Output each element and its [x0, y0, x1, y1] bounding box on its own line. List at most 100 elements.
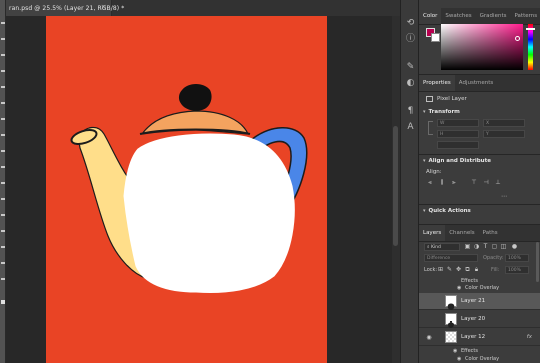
- align-top-icon[interactable]: ⊤: [471, 180, 477, 186]
- angle-field[interactable]: [437, 141, 479, 149]
- tab-gradients[interactable]: Gradients: [476, 8, 511, 24]
- lock-image-icon[interactable]: ✎: [446, 266, 453, 273]
- blend-mode-select[interactable]: Difference: [424, 254, 478, 262]
- opacity-field[interactable]: 100%: [505, 254, 529, 262]
- filter-toggle-icon[interactable]: ●: [511, 243, 518, 250]
- tab-swatches[interactable]: Swatches: [441, 8, 475, 24]
- link-dimensions-icon[interactable]: [428, 121, 433, 135]
- tool-icon[interactable]: [1, 22, 5, 24]
- filter-smart-object-icon[interactable]: ◫: [500, 243, 507, 250]
- tab-color[interactable]: Color: [419, 8, 442, 24]
- quick-actions-title: Quick Actions: [428, 208, 471, 214]
- divider: [419, 204, 540, 205]
- adjust-icon[interactable]: ◐: [405, 78, 416, 88]
- character-icon[interactable]: A: [405, 122, 416, 132]
- document-tab[interactable]: ran.psd @ 25.5% (Layer 21, RGB/8) * ×: [6, 0, 124, 16]
- layer-fx-icon[interactable]: fx: [527, 329, 532, 346]
- quick-actions-section-header[interactable]: ▾ Quick Actions: [423, 208, 471, 214]
- filter-adjustment-icon[interactable]: ◑: [473, 243, 480, 250]
- tool-icon[interactable]: [1, 182, 5, 184]
- tool-icon[interactable]: [1, 102, 5, 104]
- info-icon[interactable]: ⓘ: [405, 34, 416, 44]
- transform-section-header[interactable]: ▾ Transform: [423, 109, 460, 115]
- tool-icon[interactable]: [1, 118, 5, 120]
- lock-position-icon[interactable]: ✥: [455, 266, 462, 273]
- brush-icon[interactable]: ✎: [405, 62, 416, 72]
- layer-name[interactable]: Layer 21: [461, 293, 485, 310]
- align-section-header[interactable]: ▾ Align and Distribute: [423, 158, 491, 164]
- layer-type-row: Pixel Layer: [426, 96, 467, 102]
- teapot-body: [123, 133, 295, 293]
- tab-channels[interactable]: Channels: [445, 225, 478, 241]
- tool-icon[interactable]: [1, 54, 5, 56]
- eye-icon[interactable]: ◉: [425, 334, 433, 341]
- pixel-layer-icon: [426, 96, 433, 102]
- color-picker-field[interactable]: [441, 24, 523, 70]
- foreground-color-chip[interactable]: [1, 300, 5, 304]
- x-field[interactable]: X: [483, 119, 525, 127]
- paragraph-icon[interactable]: ¶: [405, 106, 416, 116]
- tool-icon[interactable]: [1, 230, 5, 232]
- layer-name[interactable]: Layer 20: [461, 311, 485, 328]
- align-right-icon[interactable]: ⫸: [451, 180, 457, 186]
- tab-patterns[interactable]: Patterns: [510, 8, 540, 24]
- y-field[interactable]: Y: [483, 130, 525, 138]
- tab-adjustments[interactable]: Adjustments: [455, 75, 497, 91]
- layer-filter-select[interactable]: ⌕ Kind: [424, 243, 460, 251]
- align-left-icon[interactable]: ⫷: [427, 180, 433, 186]
- tool-icon[interactable]: [1, 214, 5, 216]
- align-middle-vertical-icon[interactable]: ⊣: [483, 180, 489, 186]
- tool-icon[interactable]: [1, 86, 5, 88]
- filter-type-icon[interactable]: T: [482, 243, 489, 250]
- tab-properties[interactable]: Properties: [419, 75, 455, 91]
- history-icon[interactable]: ⟲: [405, 18, 416, 28]
- tool-icon[interactable]: [1, 150, 5, 152]
- artboard[interactable]: [46, 16, 327, 363]
- tool-icon[interactable]: [1, 262, 5, 264]
- filter-pixel-icon[interactable]: ▣: [464, 243, 471, 250]
- effect-visibility-icon[interactable]: ◉: [457, 285, 461, 291]
- layer-row-layer-12[interactable]: ◉ Layer 12 fx: [419, 329, 540, 346]
- layers-scrollbar[interactable]: [536, 242, 539, 282]
- lock-all-icon[interactable]: 🔒︎: [473, 266, 480, 273]
- effect-visibility-icon[interactable]: ◉: [457, 356, 461, 362]
- height-field[interactable]: H: [437, 130, 479, 138]
- hue-slider[interactable]: [528, 24, 533, 70]
- lock-artboard-icon[interactable]: ⧉: [464, 266, 471, 273]
- tool-icon[interactable]: [1, 38, 5, 40]
- chevron-down-icon: ▾: [423, 109, 426, 115]
- color-overlay-label: Color Overlay: [465, 285, 500, 291]
- background-color-swatch[interactable]: [431, 33, 440, 42]
- chevron-down-icon: ▾: [423, 208, 426, 214]
- hue-slider-handle[interactable]: [526, 28, 535, 30]
- layer-thumbnail: [445, 331, 457, 343]
- chevron-down-icon: ▾: [423, 158, 426, 164]
- tab-paths[interactable]: Paths: [479, 225, 502, 241]
- width-field[interactable]: W: [437, 119, 479, 127]
- layer-effect-row[interactable]: ◉ Color Overlay: [419, 283, 540, 293]
- canvas-scroll-thumb[interactable]: [393, 126, 398, 246]
- close-icon[interactable]: ×: [99, 3, 108, 12]
- filter-shape-icon[interactable]: ▢: [491, 243, 498, 250]
- lock-transparent-icon[interactable]: ⊞: [437, 266, 444, 273]
- opacity-value: 100%: [508, 256, 521, 261]
- tool-icon[interactable]: [1, 70, 5, 72]
- layer-row-layer-21[interactable]: Layer 21: [419, 293, 540, 310]
- tool-icon[interactable]: [1, 166, 5, 168]
- tool-icon[interactable]: [1, 278, 5, 280]
- tab-layers[interactable]: Layers: [419, 225, 446, 241]
- more-options-icon[interactable]: ⋯: [501, 194, 507, 200]
- collapsed-panels-strip[interactable]: ⟲ ⓘ ✎ ◐ ¶ A: [400, 0, 419, 363]
- align-center-horizontal-icon[interactable]: ⫼: [439, 180, 445, 186]
- tool-icon[interactable]: [1, 198, 5, 200]
- layer-name[interactable]: Layer 12: [461, 329, 485, 346]
- canvas-vertical-scrollbar[interactable]: [392, 16, 400, 363]
- layer-effect-row[interactable]: ◉ Color Overlay: [419, 354, 540, 363]
- align-bottom-icon[interactable]: ⊥: [495, 180, 501, 186]
- layer-row-layer-20[interactable]: Layer 20: [419, 311, 540, 328]
- fill-field[interactable]: 100%: [505, 266, 529, 274]
- color-picker-cursor[interactable]: [515, 36, 520, 41]
- tool-icon[interactable]: [1, 134, 5, 136]
- tool-icon[interactable]: [1, 246, 5, 248]
- right-panels: Color Swatches Gradients Patterns Proper…: [419, 0, 540, 363]
